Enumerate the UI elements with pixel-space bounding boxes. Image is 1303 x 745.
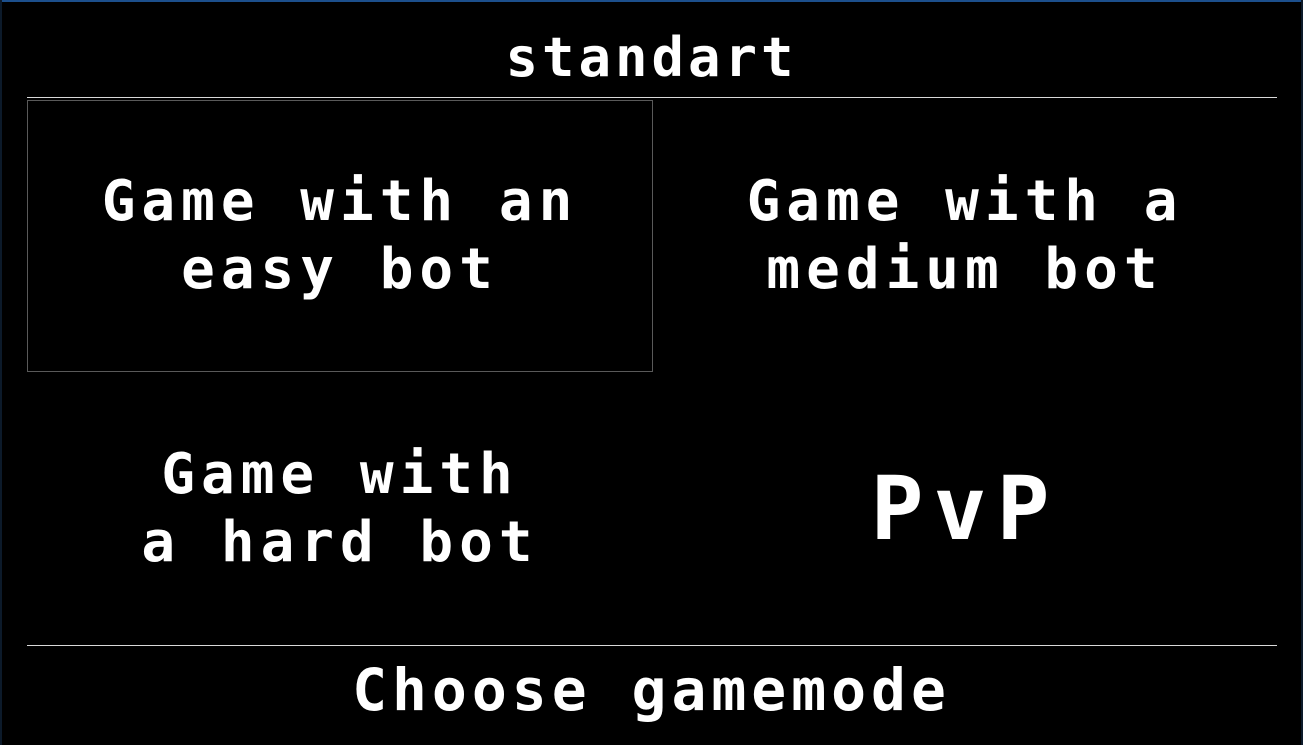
- bottom-divider: [27, 645, 1277, 646]
- choose-gamemode-prompt: Choose gamemode: [352, 656, 951, 724]
- window-top-accent: [0, 0, 1303, 2]
- hard-bot-option[interactable]: Game with a hard bot: [27, 372, 653, 645]
- window-left-edge: [0, 0, 2, 745]
- pvp-option-label: PvP: [870, 456, 1060, 560]
- easy-bot-option-label: Game with an easy bot: [101, 169, 579, 302]
- medium-bot-option-label: Game with a medium bot: [746, 169, 1184, 302]
- top-divider: [27, 97, 1277, 98]
- medium-bot-option[interactable]: Game with a medium bot: [653, 100, 1277, 372]
- mode-title: standart: [505, 26, 798, 89]
- pvp-option[interactable]: PvP: [653, 372, 1277, 645]
- hard-bot-option-label: Game with a hard bot: [141, 441, 539, 575]
- easy-bot-option[interactable]: Game with an easy bot: [27, 100, 653, 372]
